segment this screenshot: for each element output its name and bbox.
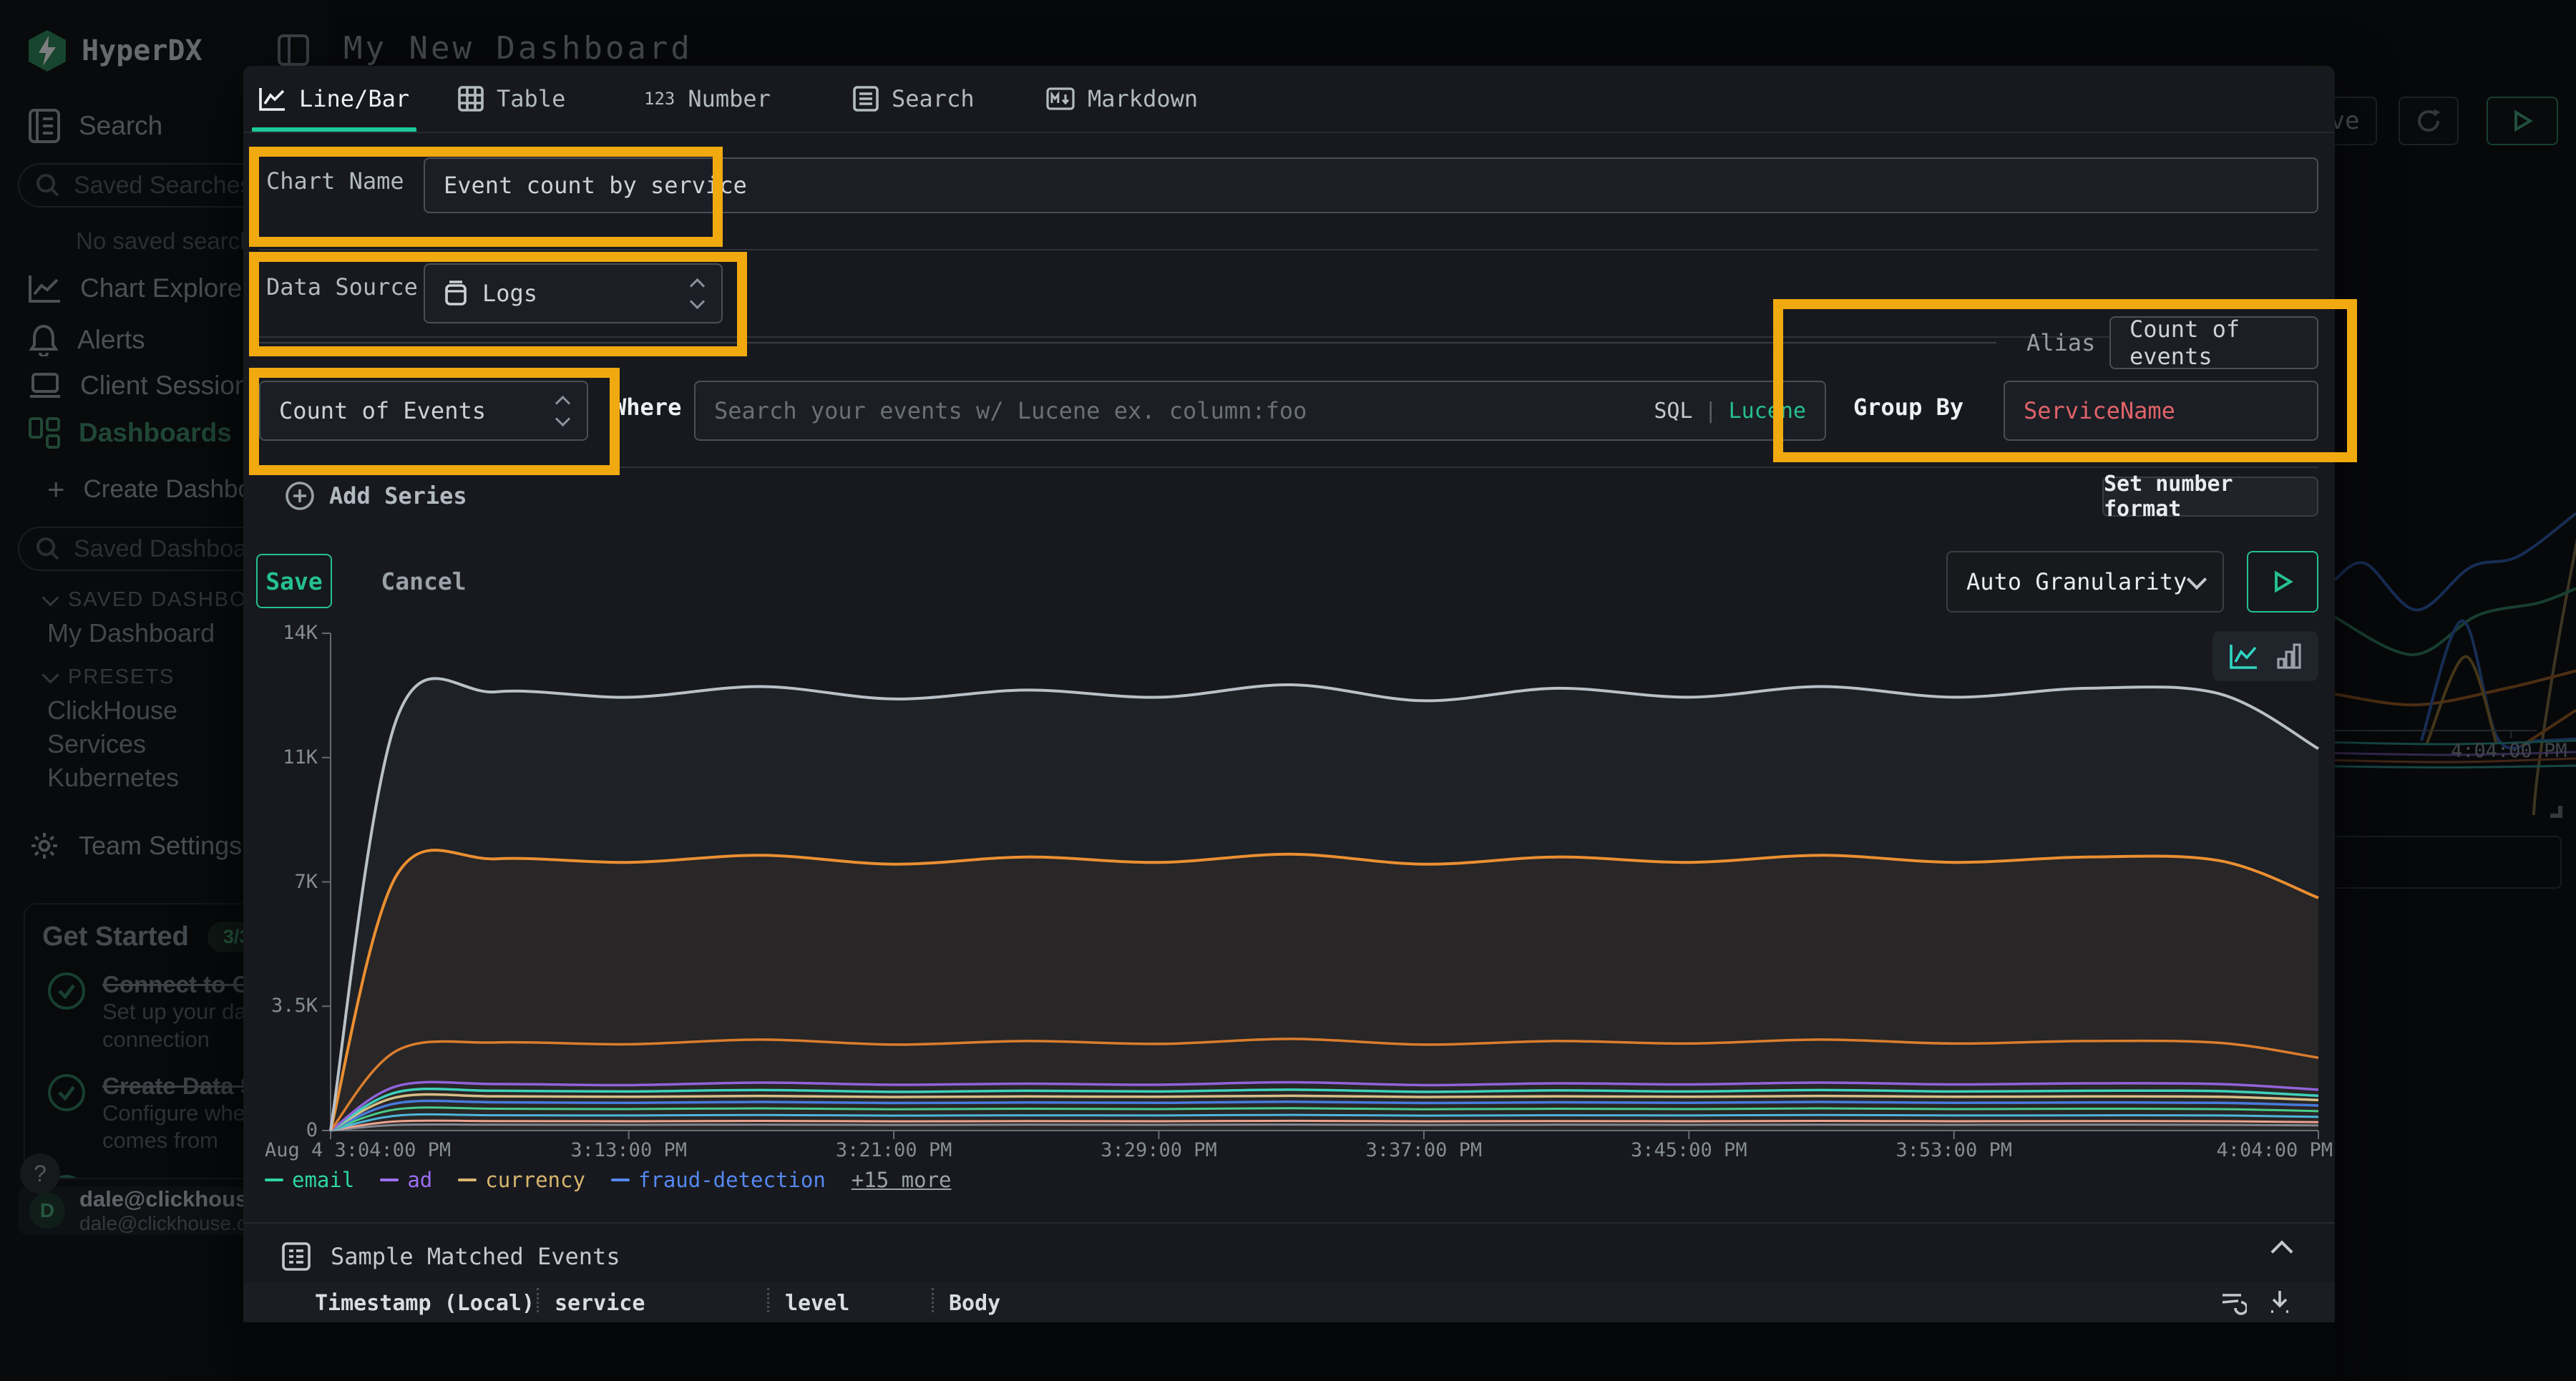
divider: [259, 467, 2318, 468]
where-placeholder: Search your events w/ Lucene ex. column:…: [714, 397, 1307, 424]
legend-item[interactable]: ad: [380, 1168, 432, 1192]
x-tick-label: Aug 4 3:04:00 PM: [265, 1139, 451, 1161]
tab-markdown[interactable]: Markdown: [1046, 66, 1198, 132]
legend-label: email: [292, 1168, 354, 1192]
filter-icon[interactable]: [2220, 1289, 2247, 1315]
run-query-button[interactable]: [2247, 551, 2318, 613]
column-header[interactable]: Body: [949, 1291, 1000, 1316]
legend-label: currency: [485, 1168, 585, 1192]
edit-chart-modal: Line/Bar Table 123 Number Search Markdow…: [243, 66, 2335, 1381]
x-tick-label: 3:37:00 PM: [1366, 1139, 1483, 1161]
search-list-icon: [853, 86, 879, 112]
alias-label: Alias: [2026, 329, 2095, 356]
x-tick-label: 3:21:00 PM: [836, 1139, 952, 1161]
divider: [243, 1222, 2335, 1224]
alias-input[interactable]: Count of events: [2109, 316, 2318, 369]
column-separator[interactable]: [537, 1288, 539, 1312]
download-icon[interactable]: [2267, 1288, 2293, 1315]
cancel-button[interactable]: Cancel: [374, 554, 474, 608]
events-table-header: Timestamp (Local) service level Body: [243, 1282, 2335, 1322]
group-by-input[interactable]: ServiceName: [2004, 381, 2318, 441]
data-source-label: Data Source: [266, 273, 418, 301]
column-separator[interactable]: [767, 1288, 769, 1312]
legend-label: ad: [407, 1168, 432, 1192]
screenshot-root: HyperDX Search Saved Searches No saved s…: [0, 0, 2576, 1381]
aggregation-select[interactable]: Count of Events: [259, 381, 588, 441]
divider: [259, 249, 2318, 250]
table-icon: [458, 86, 484, 112]
y-tick-label: 0: [306, 1119, 318, 1141]
x-tick-label: 3:45:00 PM: [1631, 1139, 1747, 1161]
y-tick-label: 3.5K: [271, 995, 318, 1017]
x-tick-label: 3:53:00 PM: [1896, 1139, 2012, 1161]
chart-name-label: Chart Name: [266, 167, 404, 195]
chart-legend[interactable]: email ad currency fraud-detection +15 more: [265, 1168, 952, 1192]
x-tick-label: 4:04:00 PM: [2216, 1139, 2333, 1161]
y-tick-label: 7K: [294, 871, 318, 893]
legend-item[interactable]: +15 more: [852, 1168, 952, 1192]
legend-item[interactable]: email: [265, 1168, 354, 1192]
divider: [259, 336, 2318, 338]
data-source-select[interactable]: Logs: [424, 263, 723, 323]
y-tick-label: 11K: [283, 746, 318, 768]
sql-mode-toggle[interactable]: SQL: [1654, 399, 1692, 424]
event-count-chart[interactable]: [331, 633, 2318, 1131]
line-chart-icon: [259, 87, 286, 111]
select-chevrons-icon: [557, 398, 568, 424]
save-button[interactable]: Save: [256, 554, 332, 608]
legend-swatch: [611, 1179, 630, 1181]
where-search-input[interactable]: Search your events w/ Lucene ex. column:…: [694, 381, 1826, 441]
legend-label: fraud-detection: [638, 1168, 826, 1192]
column-header[interactable]: Timestamp (Local): [315, 1291, 535, 1316]
legend-swatch: [380, 1179, 399, 1181]
sample-events-header[interactable]: Sample Matched Events: [282, 1242, 620, 1271]
play-icon: [2270, 570, 2295, 594]
events-table-body-clipped: [243, 1322, 2335, 1381]
legend-label: +15 more: [852, 1168, 952, 1192]
chart-name-input[interactable]: Event count by service: [424, 157, 2318, 213]
legend-item[interactable]: currency: [458, 1168, 585, 1192]
granularity-select[interactable]: Auto Granularity: [1946, 551, 2224, 613]
tab-number[interactable]: 123 Number: [644, 66, 771, 132]
tab-line-bar[interactable]: Line/Bar: [259, 66, 409, 132]
x-tick-label: 3:13:00 PM: [570, 1139, 687, 1161]
set-number-format-button[interactable]: Set number format: [2102, 477, 2318, 517]
x-tick-label: 3:29:00 PM: [1101, 1139, 1217, 1161]
markdown-icon: [1046, 87, 1075, 110]
group-by-label: Group By: [1853, 394, 1963, 421]
number-123-icon: 123: [644, 89, 675, 109]
tab-table[interactable]: Table: [458, 66, 565, 132]
column-header[interactable]: level: [785, 1291, 849, 1316]
column-separator[interactable]: [932, 1288, 934, 1312]
column-header[interactable]: service: [555, 1291, 645, 1316]
where-label: Where: [613, 394, 681, 421]
select-chevrons-icon: [692, 280, 703, 307]
legend-swatch: [265, 1179, 283, 1181]
divider: [243, 132, 2335, 133]
collapse-chevron-up-icon[interactable]: [2274, 1248, 2290, 1262]
chevron-down-icon: [2187, 570, 2207, 590]
lucene-mode-toggle[interactable]: Lucene: [1729, 399, 1806, 424]
alias-rule: [259, 342, 1996, 343]
legend-swatch: [458, 1179, 477, 1181]
add-series-button[interactable]: Add Series: [285, 481, 467, 511]
circle-plus-icon: [285, 481, 315, 511]
database-icon: [444, 280, 468, 307]
tab-search[interactable]: Search: [853, 66, 975, 132]
list-icon: [282, 1242, 311, 1271]
legend-item[interactable]: fraud-detection: [611, 1168, 826, 1192]
y-tick-label: 14K: [283, 622, 318, 644]
